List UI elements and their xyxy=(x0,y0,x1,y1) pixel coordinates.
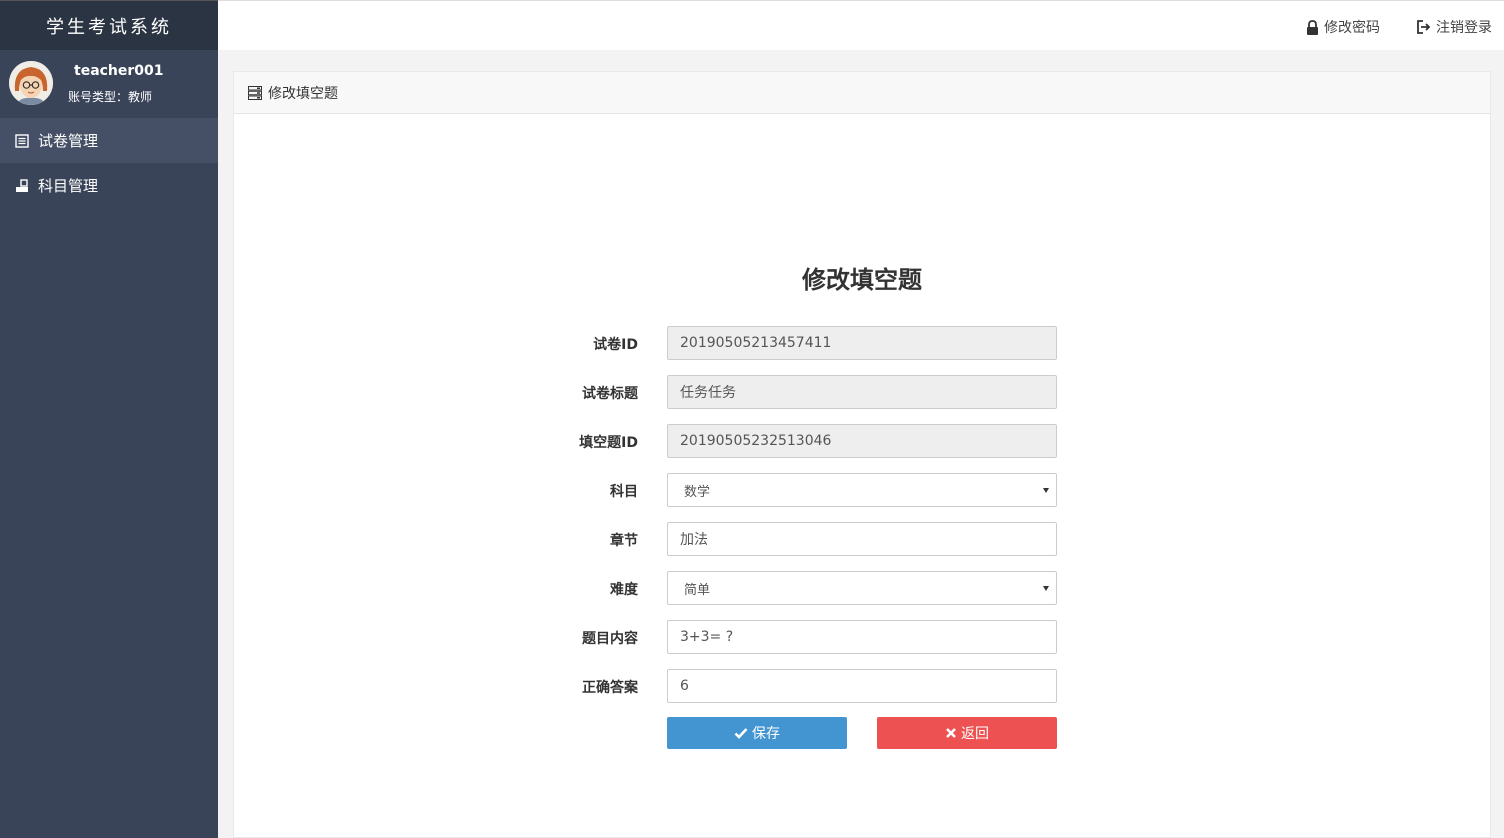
user-panel: teacher001 账号类型：教师 xyxy=(0,50,218,118)
logout-link[interactable]: 注销登录 xyxy=(1416,17,1492,37)
lock-icon xyxy=(1307,19,1318,35)
answer-row: 正确答案 6 xyxy=(234,669,1490,703)
content-row: 题目内容 3+3= ? xyxy=(234,620,1490,654)
avatar xyxy=(9,61,53,105)
subject-row: 科目 数学 xyxy=(234,473,1490,507)
server-icon xyxy=(248,85,262,100)
paper-id-row: 试卷ID 20190505213457411 xyxy=(234,326,1490,360)
form-title: 修改填空题 xyxy=(802,266,922,294)
user-name: teacher001 xyxy=(74,63,164,79)
logout-icon xyxy=(1417,20,1431,34)
caret-down-icon xyxy=(1043,488,1049,493)
paper-id-label: 试卷ID xyxy=(593,337,638,353)
content-input[interactable]: 3+3= ? xyxy=(667,620,1057,654)
sidebar-item-subject-management[interactable]: 科目管理 xyxy=(0,163,218,208)
difficulty-select[interactable]: 简单 xyxy=(667,571,1057,605)
list-icon xyxy=(14,133,30,149)
difficulty-label: 难度 xyxy=(610,582,638,598)
back-button[interactable]: 返回 xyxy=(877,717,1057,749)
blank-id-row: 填空题ID 20190505232513046 xyxy=(234,424,1490,458)
top-bar: 修改密码 注销登录 xyxy=(218,0,1504,50)
chapter-label: 章节 xyxy=(610,533,638,549)
paper-title-label: 试卷标题 xyxy=(582,386,638,402)
paper-title-row: 试卷标题 任务任务 xyxy=(234,375,1490,409)
chapter-row: 章节 加法 xyxy=(234,522,1490,556)
chapter-input[interactable]: 加法 xyxy=(667,522,1057,556)
content-label: 题目内容 xyxy=(582,631,638,647)
sidebar-item-paper-management[interactable]: 试卷管理 xyxy=(0,118,218,163)
panel-heading-label: 修改填空题 xyxy=(268,85,338,102)
panel-heading: 修改填空题 xyxy=(234,72,1490,114)
subject-select[interactable]: 数学 xyxy=(667,473,1057,507)
subject-value: 数学 xyxy=(684,484,711,500)
check-icon xyxy=(734,728,748,739)
blank-id-label: 填空题ID xyxy=(579,435,638,451)
app-title: 学生考试系统 xyxy=(0,0,218,50)
sidebar: 学生考试系统 teacher001 账号类型：教师 试卷管理 科目管理 xyxy=(0,0,218,838)
answer-label: 正确答案 xyxy=(582,680,638,696)
difficulty-value: 简单 xyxy=(684,582,711,598)
sidebar-item-label: 科目管理 xyxy=(38,177,99,195)
paper-id-field[interactable]: 20190505213457411 xyxy=(667,326,1057,360)
subject-icon xyxy=(14,178,30,194)
change-password-link[interactable]: 修改密码 xyxy=(1306,17,1380,37)
difficulty-row: 难度 简单 xyxy=(234,571,1490,605)
close-icon xyxy=(946,728,956,738)
blank-id-field[interactable]: 20190505232513046 xyxy=(667,424,1057,458)
back-label: 返回 xyxy=(961,726,989,742)
account-type: 账号类型：教师 xyxy=(68,90,153,104)
save-button[interactable]: 保存 xyxy=(667,717,847,749)
content-panel: 修改填空题 修改填空题 试卷ID 20190505213457411 试卷标题 … xyxy=(233,71,1491,838)
change-password-label: 修改密码 xyxy=(1324,20,1380,36)
answer-input[interactable]: 6 xyxy=(667,669,1057,703)
paper-title-field[interactable]: 任务任务 xyxy=(667,375,1057,409)
save-label: 保存 xyxy=(752,726,780,742)
logout-label: 注销登录 xyxy=(1436,20,1492,36)
sidebar-item-label: 试卷管理 xyxy=(38,132,99,150)
caret-down-icon xyxy=(1043,586,1049,591)
subject-label: 科目 xyxy=(610,484,638,500)
